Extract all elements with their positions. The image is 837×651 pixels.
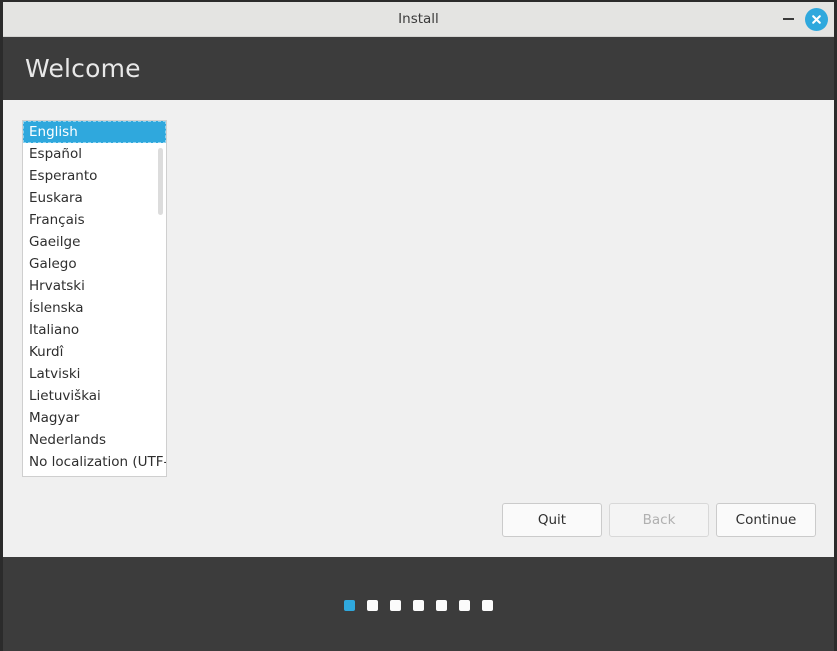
language-list-item[interactable]: Français <box>23 209 166 231</box>
titlebar: Install <box>3 2 834 37</box>
language-list-scrollbar[interactable] <box>156 122 165 475</box>
continue-button[interactable]: Continue <box>716 503 816 537</box>
language-list-item[interactable]: Nederlands <box>23 429 166 451</box>
quit-button[interactable]: Quit <box>502 503 602 537</box>
window-title: Install <box>398 11 439 27</box>
step-indicator <box>344 599 493 611</box>
language-list-item[interactable]: Esperanto <box>23 165 166 187</box>
window-controls <box>775 2 828 36</box>
step-dot[interactable] <box>459 599 470 611</box>
page-title: Welcome <box>25 54 141 83</box>
close-button[interactable] <box>805 7 828 31</box>
language-list-item[interactable]: No localization (UTF-8) <box>23 451 166 473</box>
install-window: Install Welcome English Español Esperanto E… <box>0 0 837 651</box>
language-list-item[interactable]: Kurdî <box>23 341 166 363</box>
language-list-item[interactable]: Italiano <box>23 319 166 341</box>
navigation-buttons: Quit Back Continue <box>502 503 816 537</box>
content-area: English Español Esperanto Euskara Français Ga… <box>3 100 834 557</box>
close-icon <box>812 14 821 24</box>
step-dot[interactable] <box>436 599 447 611</box>
language-list-item[interactable]: Hrvatski <box>23 275 166 297</box>
language-list-item[interactable]: English <box>23 121 166 143</box>
language-list-items: English Español Esperanto Euskara Français Ga… <box>23 121 166 473</box>
back-button: Back <box>609 503 709 537</box>
language-list-item[interactable]: Galego <box>23 253 166 275</box>
language-listbox[interactable]: English Español Esperanto Euskara Français Ga… <box>22 120 167 477</box>
language-list-item[interactable]: Latviski <box>23 363 166 385</box>
step-dot[interactable] <box>390 599 401 611</box>
page-header: Welcome <box>3 37 834 100</box>
step-dot[interactable] <box>367 599 378 611</box>
language-list-item[interactable]: Gaeilge <box>23 231 166 253</box>
page-footer <box>3 557 834 651</box>
minimize-icon <box>782 18 794 20</box>
language-list-item[interactable]: Euskara <box>23 187 166 209</box>
language-list-item[interactable]: Íslenska <box>23 297 166 319</box>
language-list-item[interactable]: Magyar <box>23 407 166 429</box>
step-dot[interactable] <box>344 599 355 611</box>
scrollbar-thumb[interactable] <box>158 148 163 215</box>
language-list-item[interactable]: Español <box>23 143 166 165</box>
step-dot[interactable] <box>413 599 424 611</box>
minimize-button[interactable] <box>775 6 801 32</box>
language-list-item[interactable]: Lietuviškai <box>23 385 166 407</box>
step-dot[interactable] <box>482 599 493 611</box>
